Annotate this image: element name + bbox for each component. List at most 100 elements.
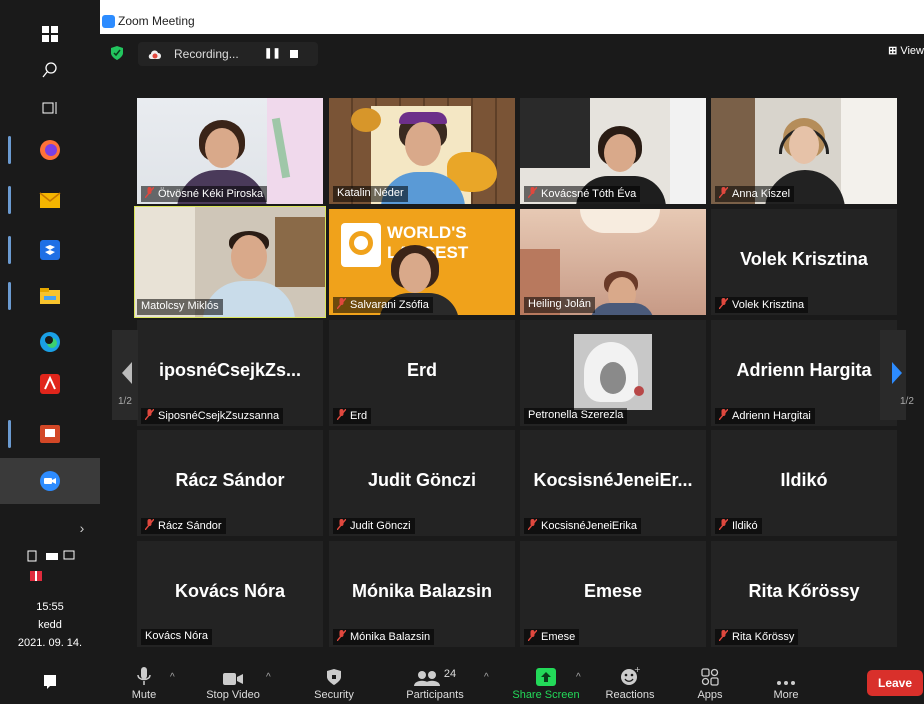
stop-recording-button[interactable]: [290, 50, 298, 58]
windows-taskbar: › 15:55 kedd 2021. 09. 14.: [0, 0, 100, 704]
more-button[interactable]: More: [764, 660, 808, 704]
participant-tile-active-speaker[interactable]: Matolcsy Miklós: [134, 206, 326, 318]
mic-muted-icon: [719, 519, 728, 530]
profile-picture: [574, 334, 652, 410]
participant-tile[interactable]: Judit Gönczi Judit Gönczi: [329, 430, 515, 536]
smiley-plus-icon: +: [621, 666, 640, 685]
security-shield-icon: [327, 669, 341, 685]
clock-time[interactable]: 15:55: [0, 601, 100, 613]
search-icon[interactable]: [36, 56, 64, 84]
participant-name-label: KocsisnéJeneiErika: [524, 518, 641, 534]
participant-tile[interactable]: Petronella Szerezla: [520, 320, 706, 426]
notification-gift-icon[interactable]: [22, 560, 50, 588]
page-indicator-right: 1/2: [900, 396, 914, 407]
participant-tile[interactable]: Ötvösné Kéki Piroska: [137, 98, 323, 204]
recording-bar: Recording... ❚❚: [138, 42, 318, 66]
file-explorer-icon[interactable]: [36, 282, 64, 310]
participant-tile[interactable]: Kovács Nóra Kovács Nóra: [137, 541, 323, 647]
participant-name-label: Heiling Jolán: [524, 297, 595, 313]
share-screen-button[interactable]: Share Screen: [508, 660, 584, 704]
audio-options-chevron-icon[interactable]: ^: [170, 672, 175, 683]
participant-tile[interactable]: Adrienn Hargita Adrienn Hargitai: [711, 320, 897, 426]
participant-display-name: KocsisnéJeneiEr...: [533, 470, 693, 490]
participant-name-label: Mónika Balazsin: [333, 629, 435, 645]
reactions-button[interactable]: + Reactions: [602, 660, 658, 704]
participant-tile[interactable]: Rita Kőrössy Rita Kőrössy: [711, 541, 897, 647]
svg-text:+: +: [634, 666, 640, 674]
apps-button[interactable]: Apps: [690, 660, 730, 704]
video-camera-icon: [223, 673, 243, 685]
video-options-chevron-icon[interactable]: ^: [266, 672, 271, 683]
participant-name-label: Kovács Nóra: [141, 629, 212, 645]
participant-name-label: Ötvösné Kéki Piroska: [141, 186, 268, 202]
mic-muted-icon: [719, 298, 728, 309]
participants-options-chevron-icon[interactable]: ^: [484, 672, 489, 683]
participant-name-label: Erd: [333, 408, 372, 424]
task-view-icon[interactable]: [36, 94, 64, 122]
participant-name-label: Adrienn Hargitai: [715, 408, 815, 424]
participant-display-name: Erd: [406, 360, 437, 380]
participant-tile[interactable]: WORLD'S LARGEST Salvarani Zsófia: [329, 209, 515, 315]
banner-text-1: WORLD'S: [387, 223, 467, 242]
mute-button[interactable]: Mute: [122, 660, 166, 704]
zoom-logo-icon: [102, 15, 115, 28]
apps-grid-icon: [701, 668, 719, 686]
share-options-chevron-icon[interactable]: ^: [576, 672, 581, 683]
mic-muted-icon: [337, 298, 346, 309]
participant-name-label: Ildikó: [715, 518, 762, 534]
action-center-icon[interactable]: [36, 668, 64, 696]
dropbox-icon[interactable]: [36, 236, 64, 264]
participant-display-name: Emese: [583, 581, 643, 601]
participant-name-label: Volek Krisztina: [715, 297, 809, 313]
participant-display-name: Judit Gönczi: [368, 470, 476, 490]
apps-label: Apps: [697, 689, 723, 701]
participant-display-name: Adrienn Hargita: [736, 360, 872, 380]
view-label: View: [900, 45, 924, 57]
mic-muted-icon: [719, 630, 728, 641]
leave-button[interactable]: Leave: [867, 670, 923, 696]
participants-button[interactable]: 24 Participants: [400, 660, 470, 704]
participant-tile[interactable]: Emese Emese: [520, 541, 706, 647]
participant-name-label: Petronella Szerezla: [524, 408, 628, 424]
presentation-app-icon[interactable]: [36, 420, 64, 448]
window-titlebar: Zoom Meeting: [100, 0, 924, 34]
participant-tile[interactable]: Heiling Jolán: [520, 209, 706, 315]
participants-label: Participants: [406, 689, 464, 701]
mic-muted-icon: [145, 519, 154, 530]
share-screen-label: Share Screen: [512, 689, 580, 701]
page-indicator-left: 1/2: [118, 396, 132, 407]
more-label: More: [773, 689, 799, 701]
mail-app-icon[interactable]: [36, 186, 64, 214]
microphone-icon: [137, 667, 151, 685]
mic-muted-icon: [528, 519, 537, 530]
participant-tile[interactable]: Erd Erd: [329, 320, 515, 426]
edge-icon[interactable]: [36, 328, 64, 356]
participant-tile[interactable]: Rácz Sándor Rácz Sándor: [137, 430, 323, 536]
firefox-icon[interactable]: [36, 136, 64, 164]
participant-tile[interactable]: KocsisnéJeneiEr... KocsisnéJeneiErika: [520, 430, 706, 536]
participant-name-label: Rácz Sándor: [141, 518, 226, 534]
participant-display-name: Volek Krisztina: [740, 249, 868, 269]
acrobat-icon[interactable]: [36, 370, 64, 398]
zoom-icon[interactable]: [36, 467, 64, 495]
encryption-shield-icon[interactable]: [110, 45, 124, 61]
participant-tile[interactable]: Mónika Balazsin Mónika Balazsin: [329, 541, 515, 647]
view-button[interactable]: ⊞ View: [888, 44, 924, 57]
meeting-toolbar: Mute ^ Stop Video ^ Security 24 Particip…: [100, 660, 924, 704]
participant-name-label: Salvarani Zsófia: [333, 297, 433, 313]
participant-tile[interactable]: iposnéCsejkZs... SiposnéCsejkZsuzsanna: [137, 320, 323, 426]
stop-video-button[interactable]: Stop Video: [200, 660, 266, 704]
participant-name-label: Rita Kőrössy: [715, 629, 799, 645]
windows-start-icon[interactable]: [36, 20, 64, 48]
pause-recording-button[interactable]: ❚❚: [264, 48, 281, 59]
participant-tile[interactable]: Kovácsné Tóth Éva: [520, 98, 706, 204]
participants-icon: [413, 671, 440, 686]
security-button[interactable]: Security: [308, 660, 360, 704]
participant-tile[interactable]: Volek Krisztina Volek Krisztina: [711, 209, 897, 315]
participant-tile[interactable]: Ildikó Ildikó: [711, 430, 897, 536]
participant-tile[interactable]: Katalin Néder: [329, 98, 515, 204]
participant-tile[interactable]: Anna Kiszel: [711, 98, 897, 204]
participant-display-name: iposnéCsejkZs...: [158, 360, 302, 380]
stop-video-label: Stop Video: [206, 689, 260, 701]
participant-display-name: Ildikó: [780, 470, 828, 490]
